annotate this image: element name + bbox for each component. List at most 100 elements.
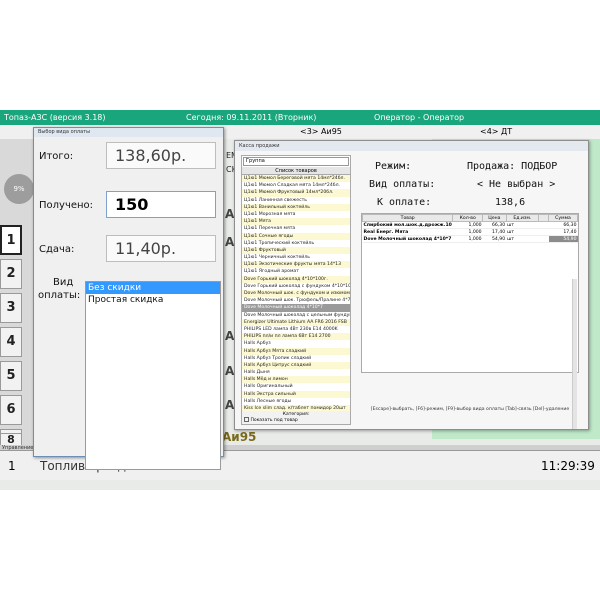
list-item[interactable]: PHILIPS пл/и пл лампа 6Вт E14 2700	[242, 333, 350, 341]
list-item[interactable]: Ц1ю1 Мята	[242, 218, 350, 226]
col-header-qty: Кол-во	[452, 214, 484, 222]
pay-type-caption: Вид оплаты:	[38, 276, 80, 302]
operator-label: Оператор - Оператор	[374, 113, 465, 122]
change-label: Сдача:	[39, 244, 75, 255]
col-header-item: Товар	[361, 214, 454, 222]
cell-price: 17,40	[482, 228, 507, 236]
keyboard-hint: [Escape]-выбрать, [F6]-режим, [F9]-выбор…	[370, 407, 570, 412]
cell-blank	[538, 235, 549, 243]
table-row[interactable]: Спирбокий мол.шок.д.дрожж.10 1,000 66,30…	[362, 221, 578, 229]
list-item[interactable]: Ц1ю1 Мюмол Сладкая мята 14мл*24бл.	[242, 182, 350, 189]
list-item[interactable]: Ц1ю1 Экзотические фрукты мята 14*13	[242, 261, 350, 269]
sale-table: Товар Кол-во Цена Ед.изм. Сумма Спирбоки…	[361, 213, 579, 429]
list-item[interactable]: Energizer Ultimate Lithium AA FR6 2016 F…	[242, 318, 350, 326]
amount-due-value: 138,6	[495, 197, 526, 208]
status-pump-number: 1	[8, 459, 16, 473]
list-item[interactable]: Halls Арбуз Цитрус сладкий	[242, 361, 350, 370]
group-select[interactable]: Группа	[243, 157, 349, 166]
goods-checkbox-row[interactable]: Показать под товар	[244, 417, 348, 423]
col-header-price: Цена	[482, 214, 507, 222]
change-value: 11,40р.	[106, 235, 216, 262]
app-title: Топаз-АЗС (версия 3.18)	[4, 113, 106, 122]
list-item[interactable]: Ц1ю1 Ягодный аромат	[242, 268, 350, 275]
col-header-blank	[538, 214, 550, 222]
list-item[interactable]: Dove Молочный шок. Трюфель/Пралине 4*7*	[242, 297, 350, 304]
list-item[interactable]: Halls Мёд и лимон	[242, 376, 350, 384]
pay-option-no-discount[interactable]: Без скидки	[86, 282, 220, 294]
goods-footer: Категория: Показать под товар	[242, 411, 350, 424]
cell-blank	[538, 221, 549, 229]
received-input[interactable]: 150	[106, 191, 216, 218]
pump-4[interactable]: <4> ДТ	[480, 125, 512, 139]
list-item[interactable]: Ц1ю1 Мюмол Фруктовый 14мл*20бл.	[242, 189, 350, 197]
table-row[interactable]: Real Енерг. Мята 1,000 17,40 шт 17,40	[362, 228, 578, 236]
pos-screen: Топаз-АЗС (версия 3.18) Сегодня: 09.11.2…	[0, 110, 600, 490]
goods-list-panel: Группа Список товаров Ц1ю1 Мюмол Берегов…	[241, 155, 351, 425]
pump-number-1[interactable]: 1	[0, 225, 22, 255]
list-item[interactable]: Halls Лесные ягоды	[242, 398, 350, 405]
pay-type-caption-2: оплаты:	[38, 290, 81, 301]
list-item[interactable]: PHILIPS LED лампа 4Вт 230в E14 4000K	[242, 326, 350, 333]
list-item[interactable]: Dove Молочный шок. с фундуком и изюмом 4…	[242, 290, 350, 298]
cell-blank	[538, 228, 549, 236]
list-item[interactable]: Ц1ю1 Ланинная свежесть	[242, 197, 350, 204]
checkbox-icon[interactable]	[244, 417, 249, 422]
pump-number-6[interactable]: 6	[0, 395, 22, 425]
list-item[interactable]: Halls Экстра сильный	[242, 390, 350, 398]
cell-name: Dove Молочный шоколад 4*10*7	[362, 235, 453, 243]
pump-number-2[interactable]: 2	[0, 259, 22, 289]
pay-type-value: < Не выбран >	[477, 179, 556, 190]
list-item[interactable]: Dove Молочный шоколад 4*10*7	[242, 304, 350, 312]
col-header-unit: Ед.изм.	[505, 214, 540, 222]
cell-price: 66,30	[482, 221, 507, 229]
list-item[interactable]: Ц1ю1 Сочные ягоды	[242, 232, 350, 240]
pump-number-3[interactable]: 3	[0, 293, 22, 323]
total-value: 138,60р.	[106, 142, 216, 169]
pay-type-label: Вид оплаты:	[369, 179, 436, 190]
cell-unit: шт	[506, 221, 539, 229]
list-item[interactable]: Ц1ю1 Тропический коктейль	[242, 240, 350, 247]
amount-due-label: К оплате:	[377, 197, 432, 208]
list-item[interactable]: Ц1ю1 Перечная мята	[242, 225, 350, 232]
pay-type-caption-1: Вид	[52, 277, 74, 288]
cell-sum: 54,90	[548, 235, 578, 243]
app-title-bar: Топаз-АЗС (версия 3.18) Сегодня: 09.11.2…	[0, 110, 600, 125]
table-row[interactable]: Dove Молочный шоколад 4*10*7 1,000 54,90…	[362, 235, 578, 243]
goods-list: Ц1ю1 Мюмол Береговой мята 14мл*24бл. Ц1ю1…	[242, 175, 350, 424]
sale-table-header: Товар Кол-во Цена Ед.изм. Сумма	[361, 214, 578, 222]
list-item[interactable]: Halls Оригинальный	[242, 383, 350, 390]
mode-value: Продажа: ПОДБОР	[467, 161, 558, 172]
list-item[interactable]: Dove Горький шоколад с фундуком 4*10*100	[242, 283, 350, 290]
cell-sum: 66,30	[548, 221, 578, 229]
pump-number-4[interactable]: 4	[0, 327, 22, 357]
clock: 11:29:39	[541, 459, 595, 473]
total-label: Итого:	[39, 151, 74, 162]
mode-label: Режим:	[375, 161, 412, 172]
list-item[interactable]: Ц1ю1 Ванильный коктейль	[242, 203, 350, 211]
fuel-gauge: 9%	[4, 174, 34, 204]
list-item[interactable]: Halls Дыня	[242, 369, 350, 376]
col-header-sum: Сумма	[548, 214, 578, 222]
pump-number-5[interactable]: 5	[0, 361, 22, 391]
cell-name: Спирбокий мол.шок.д.дрожж.10	[362, 221, 453, 229]
sale-window-title: Касса продажи	[235, 141, 588, 151]
pump-3[interactable]: <3> Аи95	[300, 125, 342, 139]
list-item[interactable]: Dove Молочный шоколад с цельным фундуком…	[242, 312, 350, 319]
list-item[interactable]: Halls Арбуз	[242, 340, 350, 347]
cell-qty: 1,000	[452, 221, 483, 229]
list-item[interactable]: Ц1ю1 Мюмол Береговой мята 14мл*24бл.	[242, 175, 350, 183]
pay-option-simple-discount[interactable]: Простая скидка	[86, 294, 220, 306]
date-label: Сегодня: 09.11.2011 (Вторник)	[186, 113, 317, 122]
sale-window: Касса продажи Группа Список товаров Ц1ю1…	[234, 140, 589, 430]
list-item[interactable]: Ц1ю1 Морозная мята	[242, 211, 350, 218]
list-item[interactable]: Ц1ю1 Черничный коктейль	[242, 254, 350, 261]
list-item[interactable]: Halls Арбуз Тропик сладкий	[242, 355, 350, 362]
sale-details: Режим: Продажа: ПОДБОР Вид оплаты: < Не …	[355, 155, 585, 429]
payment-dialog-title: Выбор вида оплаты	[34, 128, 223, 137]
cell-price: 54,90	[482, 235, 507, 243]
goods-checkbox-label: Показать под товар	[250, 418, 298, 423]
bg-label-ai95: Аи95	[222, 430, 257, 444]
list-item[interactable]: Dove Горький шоколад 4*10*100г.	[242, 275, 350, 283]
list-item[interactable]: Ц1ю1 Фруктовый	[242, 246, 350, 255]
list-item[interactable]: Halls Арбуз Мята сладкий	[242, 347, 350, 355]
